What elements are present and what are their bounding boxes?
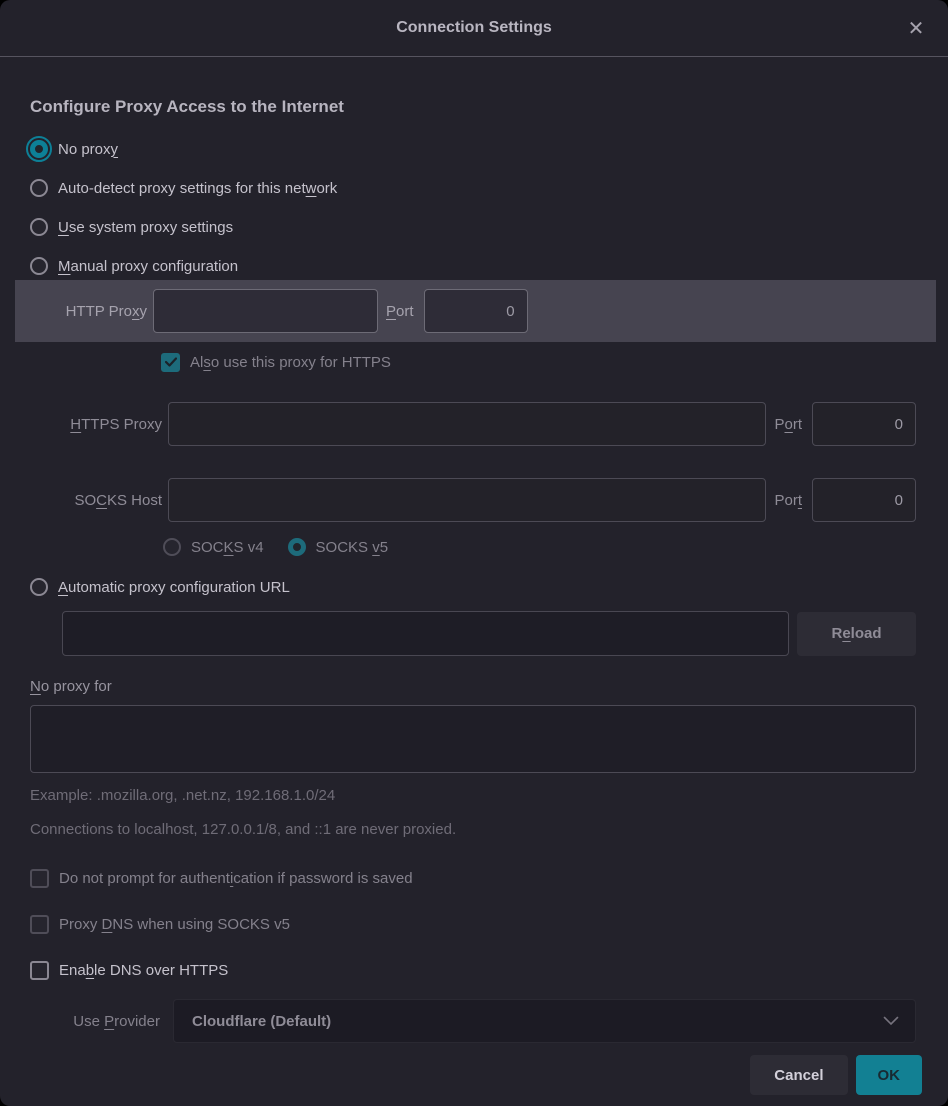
- cancel-button[interactable]: Cancel: [750, 1055, 847, 1095]
- chevron-down-icon: [883, 1016, 899, 1026]
- http-port-label: Port: [386, 303, 414, 320]
- checkmark-icon: [165, 357, 177, 367]
- ok-button[interactable]: OK: [856, 1055, 923, 1095]
- http-proxy-row-highlight: HTTP Proxy Port: [15, 280, 936, 342]
- doh-provider-row: Use Provider Cloudflare (Default): [30, 999, 916, 1043]
- proxy-dns-checkbox[interactable]: [30, 915, 49, 934]
- auto-url-row: Reload: [62, 611, 916, 656]
- no-prompt-auth-label: Do not prompt for authentication if pass…: [59, 870, 413, 887]
- no-proxy-for-textarea[interactable]: [30, 705, 916, 773]
- radio-system-proxy-label: Use system proxy settings: [58, 219, 233, 236]
- dialog-content: Configure Proxy Access to the Internet N…: [0, 57, 948, 1043]
- radio-socks-v4[interactable]: [163, 538, 181, 556]
- https-port-input[interactable]: [812, 402, 916, 446]
- radio-manual-proxy[interactable]: [30, 257, 48, 275]
- auto-url-input[interactable]: [62, 611, 789, 656]
- also-https-row[interactable]: Also use this proxy for HTTPS: [161, 350, 916, 374]
- radio-auto-url[interactable]: [30, 578, 48, 596]
- radio-socks-v5-label: SOCKS v5: [316, 539, 389, 556]
- radio-manual-proxy-label: Manual proxy configuration: [58, 258, 238, 275]
- http-port-input[interactable]: [424, 289, 528, 333]
- proxy-dns-label: Proxy DNS when using SOCKS v5: [59, 916, 290, 933]
- enable-doh-label: Enable DNS over HTTPS: [59, 962, 228, 979]
- radio-auto-detect-label: Auto-detect proxy settings for this netw…: [58, 180, 337, 197]
- no-proxy-for-label: No proxy for: [30, 678, 916, 695]
- https-proxy-input[interactable]: [168, 402, 766, 446]
- dialog-footer: Cancel OK: [0, 1043, 948, 1095]
- radio-row-auto-detect[interactable]: Auto-detect proxy settings for this netw…: [30, 176, 916, 200]
- dialog-title: Connection Settings: [396, 19, 552, 37]
- radio-row-manual-proxy[interactable]: Manual proxy configuration: [30, 254, 916, 278]
- use-provider-label: Use Provider: [30, 1013, 160, 1030]
- enable-doh-checkbox[interactable]: [30, 961, 49, 980]
- radio-socks-v5[interactable]: [288, 538, 306, 556]
- page-title: Configure Proxy Access to the Internet: [30, 97, 916, 117]
- radio-auto-detect[interactable]: [30, 179, 48, 197]
- radio-auto-url-label: Automatic proxy configuration URL: [58, 579, 290, 596]
- radio-socks-v4-label: SOCKS v4: [191, 539, 264, 556]
- doh-provider-value: Cloudflare (Default): [192, 1013, 883, 1030]
- radio-no-proxy[interactable]: [30, 140, 48, 158]
- no-proxy-example-text: Example: .mozilla.org, .net.nz, 192.168.…: [30, 787, 916, 804]
- proxy-dns-row: Proxy DNS when using SOCKS v5: [30, 912, 916, 936]
- socks-port-label: Port: [774, 492, 802, 509]
- socks-port-input[interactable]: [812, 478, 916, 522]
- also-https-label: Also use this proxy for HTTPS: [190, 354, 391, 371]
- connection-settings-dialog: Connection Settings ✕ Configure Proxy Ac…: [0, 0, 948, 1106]
- http-proxy-label: HTTP Proxy: [30, 303, 147, 320]
- https-port-label: Port: [774, 416, 802, 433]
- socks-version-row: SOCKS v4 SOCKS v5: [163, 535, 916, 559]
- radio-no-proxy-label: No proxy: [58, 141, 118, 158]
- enable-doh-row[interactable]: Enable DNS over HTTPS: [30, 958, 916, 982]
- socks-host-input[interactable]: [168, 478, 766, 522]
- https-proxy-row: HTTPS Proxy Port: [30, 402, 916, 446]
- also-https-checkbox[interactable]: [161, 353, 180, 372]
- socks-host-label: SOCKS Host: [30, 492, 162, 509]
- radio-row-auto-url[interactable]: Automatic proxy configuration URL: [30, 575, 916, 599]
- radio-row-no-proxy[interactable]: No proxy: [30, 137, 916, 161]
- http-proxy-input[interactable]: [153, 289, 378, 333]
- doh-provider-select[interactable]: Cloudflare (Default): [173, 999, 916, 1043]
- https-proxy-label: HTTPS Proxy: [30, 416, 162, 433]
- radio-row-system-proxy[interactable]: Use system proxy settings: [30, 215, 916, 239]
- dialog-titlebar: Connection Settings ✕: [0, 0, 948, 57]
- no-prompt-auth-row: Do not prompt for authentication if pass…: [30, 866, 916, 890]
- close-icon[interactable]: ✕: [902, 14, 930, 42]
- socks-host-row: SOCKS Host Port: [30, 478, 916, 522]
- no-prompt-auth-checkbox[interactable]: [30, 869, 49, 888]
- radio-system-proxy[interactable]: [30, 218, 48, 236]
- reload-button[interactable]: Reload: [797, 612, 916, 656]
- no-proxy-note-text: Connections to localhost, 127.0.0.1/8, a…: [30, 821, 916, 838]
